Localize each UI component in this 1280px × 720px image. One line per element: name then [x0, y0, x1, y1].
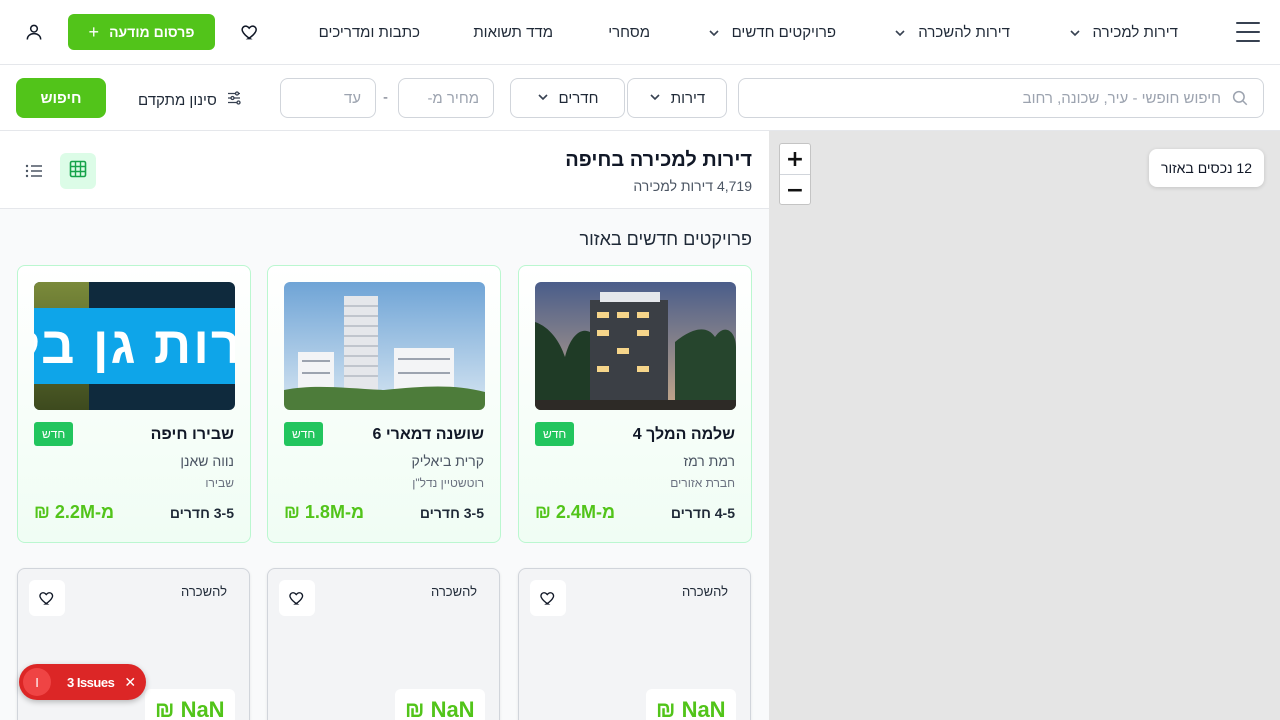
rental-price: NaN ₪ — [145, 689, 235, 720]
chevron-down-icon — [537, 90, 549, 107]
search-button-label: חיפוש — [40, 89, 82, 107]
nav-item-label: מסחרי — [608, 24, 650, 41]
nav-item-new-projects[interactable]: פרויקטים חדשים — [708, 24, 836, 41]
top-navbar: דירות למכירה דירות להשכרה פרויקטים חדשים… — [0, 0, 1280, 65]
project-card[interactable]: שלמה המלך 4 חדש רמת רמז חברת אזורים 4-5 … — [518, 265, 752, 543]
property-type-select[interactable]: דירות — [627, 78, 727, 118]
listing-header: דירות למכירה בחיפה 4,719 דירות למכירה — [0, 131, 769, 209]
publish-label: פרסום מודעה — [109, 24, 195, 40]
rooms-select[interactable]: חדרים — [510, 78, 625, 118]
rental-card[interactable]: להשכרה NaN ₪ — [518, 568, 751, 720]
project-area: נווה שאנן — [180, 453, 234, 469]
grid-icon — [69, 160, 87, 183]
project-rooms: 4-5 חדרים — [670, 505, 735, 521]
advanced-filter-button[interactable]: סינון מתקדם — [138, 89, 243, 111]
status-badge: חדש — [34, 422, 74, 446]
chevron-down-icon — [649, 90, 661, 107]
nav-item-commercial[interactable]: מסחרי — [608, 24, 650, 41]
status-badge: חדש — [535, 422, 575, 446]
nav-item-articles[interactable]: כתבות ומדריכים — [319, 24, 420, 41]
price-to-input[interactable]: עד — [280, 78, 376, 118]
project-image — [284, 282, 485, 410]
plus-icon: + — [88, 21, 100, 42]
section-title: פרויקטים חדשים באזור — [579, 229, 752, 249]
project-area: רמת רמז — [683, 453, 735, 469]
project-image: דירות גן בלב — [34, 282, 235, 410]
issues-label: 3 Issues — [67, 674, 115, 690]
rooms-label: חדרים — [558, 89, 599, 107]
price-from-placeholder: מחיר מ- — [427, 89, 479, 107]
price-separator: - — [383, 89, 388, 106]
heart-icon[interactable] — [530, 580, 566, 616]
rental-label: להשכרה — [181, 584, 227, 599]
project-rooms: 3-5 חדרים — [169, 505, 234, 521]
zoom-in-button[interactable]: + — [780, 144, 810, 174]
project-area: קרית ביאליק — [411, 453, 485, 469]
project-name: שלמה המלך 4 — [632, 426, 735, 443]
map[interactable]: + − 12 נכסים באזור — [769, 131, 1280, 720]
heart-icon[interactable] — [240, 22, 260, 42]
rental-label: להשכרה — [682, 584, 728, 599]
project-name: שבירו חיפה — [150, 426, 234, 443]
listing-body: פרויקטים חדשים באזור שלמה המלך 4 חדש רמת… — [0, 209, 769, 720]
rental-price: NaN ₪ — [395, 689, 485, 720]
project-developer: שבירו — [205, 476, 234, 490]
project-name: שושנה דמארי 6 — [372, 426, 484, 443]
user-icon[interactable] — [24, 22, 44, 42]
project-card[interactable]: דירות גן בלב שבירו חיפה חדש נווה שאנן שב… — [17, 265, 251, 543]
project-card[interactable]: שושנה דמארי 6 חדש קרית ביאליק רוטשטיין נ… — [267, 265, 501, 543]
rental-price: NaN ₪ — [646, 689, 736, 720]
status-badge: חדש — [284, 422, 324, 446]
advanced-filter-label: סינון מתקדם — [138, 91, 217, 109]
listing-count: 4,719 דירות למכירה — [633, 178, 752, 194]
page-title: דירות למכירה בחיפה — [565, 149, 752, 171]
chevron-down-icon — [1069, 27, 1081, 39]
chevron-down-icon — [894, 27, 906, 39]
zoom-out-button[interactable]: − — [780, 175, 810, 205]
search-placeholder: חיפוש חופשי - עיר, שכונה, רחוב — [1022, 89, 1221, 107]
nav-item-label: דירות למכירה — [1092, 24, 1178, 41]
chevron-down-icon — [708, 27, 720, 39]
nav-item-yield-index[interactable]: מדד תשואות — [473, 24, 553, 41]
project-developer: רוטשטיין נדל"ן — [412, 476, 484, 490]
heart-icon[interactable] — [29, 580, 65, 616]
nav-item-sale[interactable]: דירות למכירה — [1069, 24, 1178, 41]
project-price: מ-1.8M ₪ — [284, 502, 365, 522]
rental-card[interactable]: להשכרה NaN ₪ — [267, 568, 500, 720]
issues-indicator: I — [23, 668, 51, 696]
nav-item-label: מדד תשואות — [473, 24, 553, 41]
search-button[interactable]: חיפוש — [16, 78, 106, 118]
nav-item-rent[interactable]: דירות להשכרה — [894, 24, 1010, 41]
publish-ad-button[interactable]: פרסום מודעה + — [68, 14, 215, 50]
map-property-count: 12 נכסים באזור — [1149, 149, 1264, 187]
list-view-button[interactable] — [24, 161, 44, 181]
hamburger-icon[interactable] — [1236, 20, 1260, 44]
project-image-text: דירות גן בלב — [34, 317, 235, 375]
nav-item-label: כתבות ומדריכים — [318, 24, 420, 41]
search-input[interactable]: חיפוש חופשי - עיר, שכונה, רחוב — [738, 78, 1264, 118]
search-icon — [1231, 89, 1249, 107]
project-price: מ-2.4M ₪ — [535, 502, 616, 522]
close-icon[interactable]: ✕ — [124, 674, 136, 691]
nav-item-label: דירות להשכרה — [918, 24, 1010, 41]
project-developer: חברת אזורים — [670, 476, 735, 490]
rental-label: להשכרה — [431, 584, 477, 599]
map-zoom-control: + − — [779, 143, 811, 205]
grid-view-button[interactable] — [60, 153, 96, 189]
nav-item-label: פרויקטים חדשים — [731, 24, 836, 41]
property-type-label: דירות — [670, 89, 706, 107]
list-icon — [25, 164, 42, 178]
project-rooms: 3-5 חדרים — [419, 505, 484, 521]
project-image — [535, 282, 736, 410]
heart-icon[interactable] — [279, 580, 315, 616]
price-to-placeholder: עד — [343, 89, 361, 107]
issues-badge[interactable]: I 3 Issues ✕ — [19, 664, 146, 700]
project-price: מ-2.2M ₪ — [34, 502, 115, 522]
search-bar: חיפוש חופשי - עיר, שכונה, רחוב דירות חדר… — [0, 65, 1280, 131]
price-from-input[interactable]: מחיר מ- — [398, 78, 494, 118]
sliders-icon — [225, 89, 243, 111]
